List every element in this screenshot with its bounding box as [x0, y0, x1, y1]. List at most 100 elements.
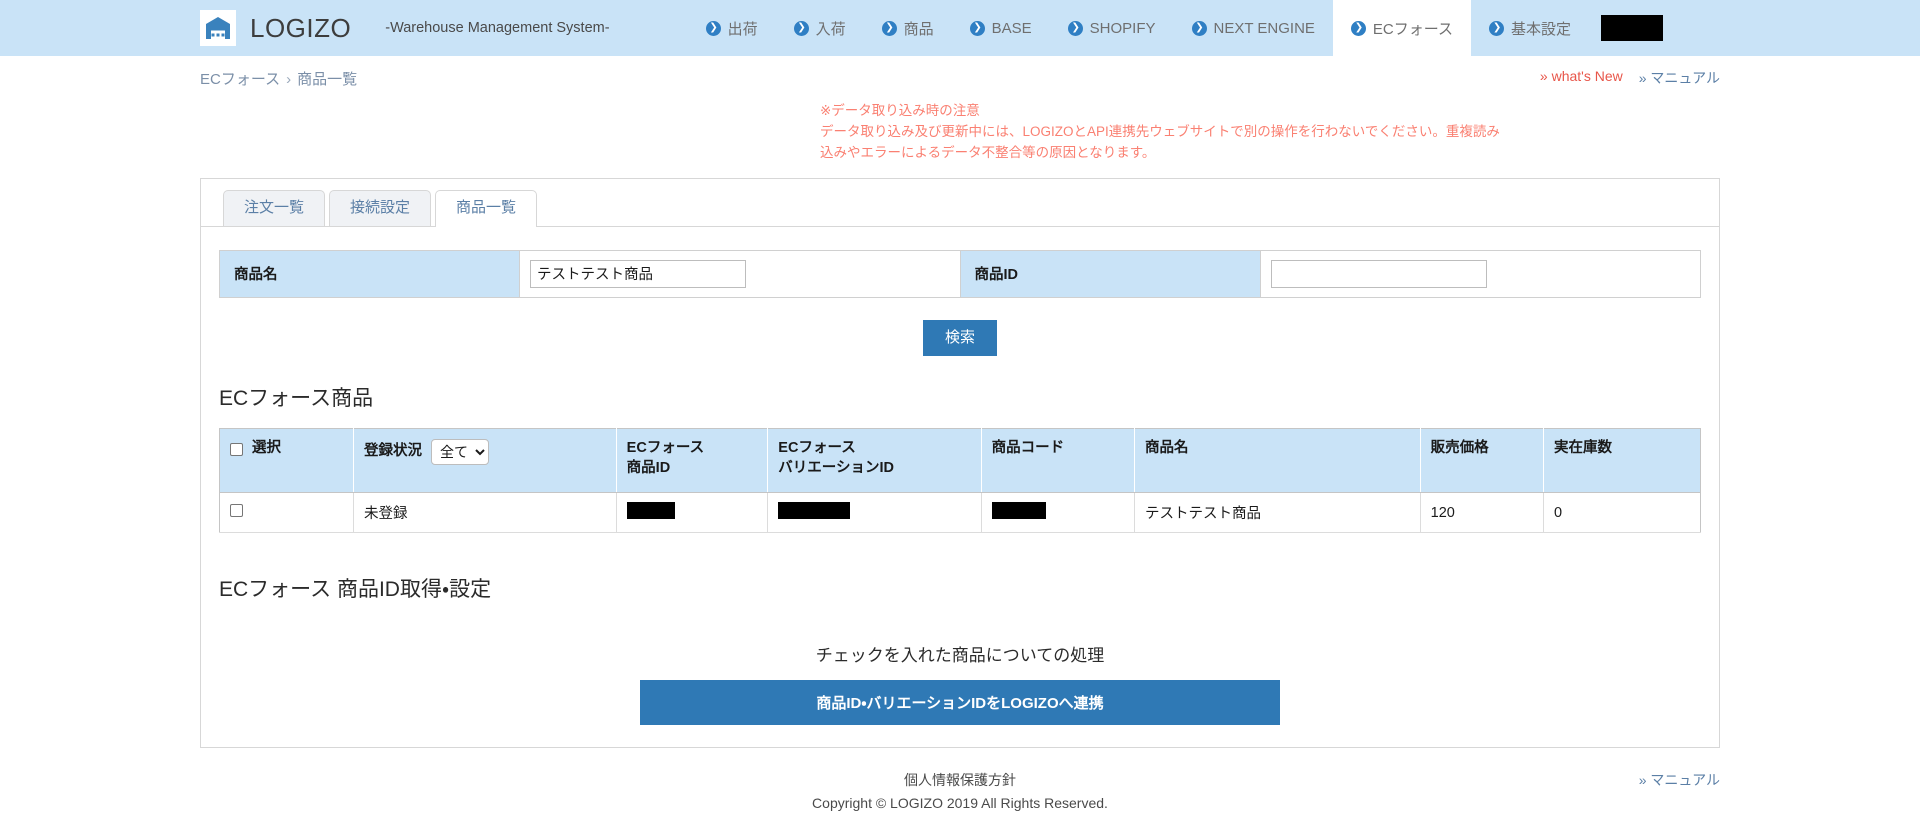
- chevron-circle-right-icon: ❯: [969, 20, 985, 36]
- page-body: ECフォース › 商品一覧 » what's New » マニュアル ※データ取り込…: [0, 56, 1920, 749]
- tab-order-list[interactable]: 注文一覧: [223, 189, 326, 226]
- column-ecforce-product-id: ECフォース 商品ID: [616, 428, 769, 494]
- actions-section-title: ECフォース 商品ID取得・設定: [219, 578, 492, 602]
- column-stock: 実在庫数: [1543, 428, 1701, 494]
- tab-bar: 注文一覧 接続設定 商品一覧: [201, 178, 1719, 227]
- product-name-label: 商品名: [219, 250, 520, 298]
- main-nav: ❯ 出荷 ❯ 入荷 ❯ 商品 ❯ BASE ❯ SHOPIFY ❯ NEXT E…: [688, 0, 1664, 56]
- nav-item-products[interactable]: ❯ 商品: [864, 0, 952, 56]
- cell-product-name: テストテスト商品: [1134, 492, 1421, 534]
- nav-item-label: BASE: [991, 19, 1032, 37]
- registration-status-filter[interactable]: 全て: [430, 439, 489, 466]
- nav-item-label: 商品: [903, 20, 934, 38]
- content-panel: 注文一覧 接続設定 商品一覧 商品名 商品ID: [200, 177, 1720, 749]
- brand-name: LOGIZO: [250, 13, 352, 43]
- nav-item-label: SHOPIFY: [1089, 19, 1156, 37]
- chevron-circle-right-icon: ❯: [1489, 20, 1505, 36]
- footer-manual-link[interactable]: » マニュアル: [1639, 770, 1720, 790]
- nav-item-receiving[interactable]: ❯ 入荷: [776, 0, 864, 56]
- redacted-value: [778, 502, 851, 520]
- product-name-input[interactable]: [530, 259, 746, 288]
- cell-ecforce-product-id: [616, 492, 769, 534]
- search-row: 商品名 商品ID: [219, 250, 1701, 298]
- table-row: 未登録 テストテスト商品 120 0: [219, 492, 1701, 534]
- tab-label: 商品一覧: [456, 198, 517, 216]
- tab-label: 接続設定: [350, 198, 411, 216]
- cell-price: 120: [1420, 492, 1545, 534]
- search-button[interactable]: 検索: [922, 319, 997, 357]
- chevron-circle-right-icon: ❯: [1067, 20, 1083, 36]
- app-header: LOGIZO -Warehouse Management System- ❯ 出…: [0, 0, 1920, 56]
- nav-item-shopify[interactable]: ❯ SHOPIFY: [1050, 0, 1174, 56]
- nav-item-shipping[interactable]: ❯ 出荷: [688, 0, 776, 56]
- column-product-name: 商品名: [1134, 428, 1421, 494]
- whats-new-link[interactable]: » what's New: [1540, 68, 1623, 88]
- privacy-policy-link[interactable]: 個人情報保護方針: [904, 772, 1016, 788]
- products-table-header-row: 選択 登録状況 全て ECフォース 商品ID ECフォース バリエーションID …: [219, 428, 1701, 494]
- link-product-ids-button[interactable]: 商品ID・バリエーションIDをLOGIZOへ連携: [640, 680, 1280, 726]
- warehouse-icon: [205, 16, 231, 40]
- nav-item-settings[interactable]: ❯ 基本設定: [1471, 0, 1589, 56]
- tab-connection-settings[interactable]: 接続設定: [329, 189, 432, 226]
- notice-line-3: 込みやエラーによるデータ不整合等の原因となります。: [820, 144, 1156, 160]
- products-table: 選択 登録状況 全て ECフォース 商品ID ECフォース バリエーションID …: [219, 428, 1701, 534]
- nav-item-next-engine[interactable]: ❯ NEXT ENGINE: [1174, 0, 1333, 56]
- brand-subtitle: -Warehouse Management System-: [385, 19, 610, 36]
- chevron-circle-right-icon: ❯: [1191, 20, 1207, 36]
- product-name-cell: [519, 250, 961, 298]
- product-id-label: 商品ID: [960, 250, 1261, 298]
- column-ecforce-product-id-line1: ECフォース: [626, 440, 705, 457]
- breadcrumb: ECフォース › 商品一覧: [200, 68, 357, 89]
- column-select: 選択: [219, 428, 354, 494]
- nav-item-ecforce[interactable]: ❯ ECフォース: [1332, 0, 1472, 56]
- column-product-code: 商品コード: [981, 428, 1136, 494]
- column-ecforce-product-id-line2: 商品ID: [626, 459, 671, 476]
- column-select-label: 選択: [252, 440, 281, 457]
- notice-line-2: データ取り込み及び更新中には、LOGIZOとAPI連携先ウェブサイトで別の操作を…: [820, 123, 1500, 139]
- breadcrumb-separator: ›: [286, 71, 292, 88]
- column-price: 販売価格: [1420, 428, 1545, 494]
- column-ecforce-variation-id-line1: ECフォース: [778, 440, 856, 457]
- tab-product-list[interactable]: 商品一覧: [435, 189, 538, 227]
- page-footer: 個人情報保護方針 Copyright © LOGIZO 2019 All Rig…: [0, 748, 1920, 811]
- nav-item-base[interactable]: ❯ BASE: [952, 0, 1050, 56]
- nav-item-label: 出荷: [727, 20, 758, 38]
- product-id-input[interactable]: [1270, 259, 1487, 288]
- chevron-circle-right-icon: ❯: [793, 20, 809, 36]
- import-notice: ※データ取り込み時の注意 データ取り込み及び更新中には、LOGIZOとAPI連携…: [820, 101, 1580, 164]
- column-ecforce-variation-id: ECフォース バリエーションID: [767, 428, 982, 494]
- brand: LOGIZO -Warehouse Management System-: [200, 0, 628, 56]
- search-button-row: 検索: [201, 298, 1719, 357]
- breadcrumb-root[interactable]: ECフォース: [200, 71, 280, 88]
- chevron-circle-right-icon: ❯: [1350, 20, 1366, 36]
- manual-link[interactable]: » マニュアル: [1639, 68, 1720, 88]
- row-select-checkbox[interactable]: [230, 504, 243, 518]
- cell-ecforce-variation-id: [767, 492, 982, 534]
- products-section-title: ECフォース商品: [219, 387, 374, 411]
- actions-caption: チェックを入れた商品についての処理: [815, 646, 1105, 666]
- products-grid-wrap: 選択 登録状況 全て ECフォース 商品ID ECフォース バリエーションID …: [201, 412, 1719, 534]
- product-id-cell: [1260, 250, 1701, 298]
- breadcrumb-current: 商品一覧: [297, 71, 358, 88]
- column-ecforce-variation-id-line2: バリエーションID: [778, 459, 895, 476]
- cell-stock: 0: [1543, 492, 1701, 534]
- redacted-value: [991, 502, 1046, 520]
- search-form: 商品名 商品ID: [201, 228, 1719, 298]
- select-all-checkbox[interactable]: [230, 442, 243, 456]
- search-table: 商品名 商品ID: [219, 249, 1701, 298]
- nav-item-label: ECフォース: [1372, 20, 1454, 38]
- top-links: » what's New » マニュアル: [1540, 68, 1720, 88]
- actions-button-row: 商品ID・バリエーションIDをLOGIZOへ連携: [201, 666, 1719, 726]
- redacted-account-label: [1601, 15, 1664, 41]
- nav-item-label: 基本設定: [1511, 20, 1572, 38]
- breadcrumb-row: ECフォース › 商品一覧 » what's New » マニュアル: [200, 56, 1720, 89]
- cell-select: [219, 492, 354, 534]
- nav-item-label: 入荷: [815, 20, 846, 38]
- notice-line-1: ※データ取り込み時の注意: [820, 103, 980, 118]
- cell-product-code: [981, 492, 1136, 534]
- logo-box: [200, 10, 236, 46]
- copyright-text: Copyright © LOGIZO 2019 All Rights Reser…: [812, 795, 1108, 812]
- chevron-circle-right-icon: ❯: [881, 20, 897, 36]
- column-registration-status: 登録状況 全て: [353, 428, 617, 494]
- tab-label: 注文一覧: [244, 198, 305, 216]
